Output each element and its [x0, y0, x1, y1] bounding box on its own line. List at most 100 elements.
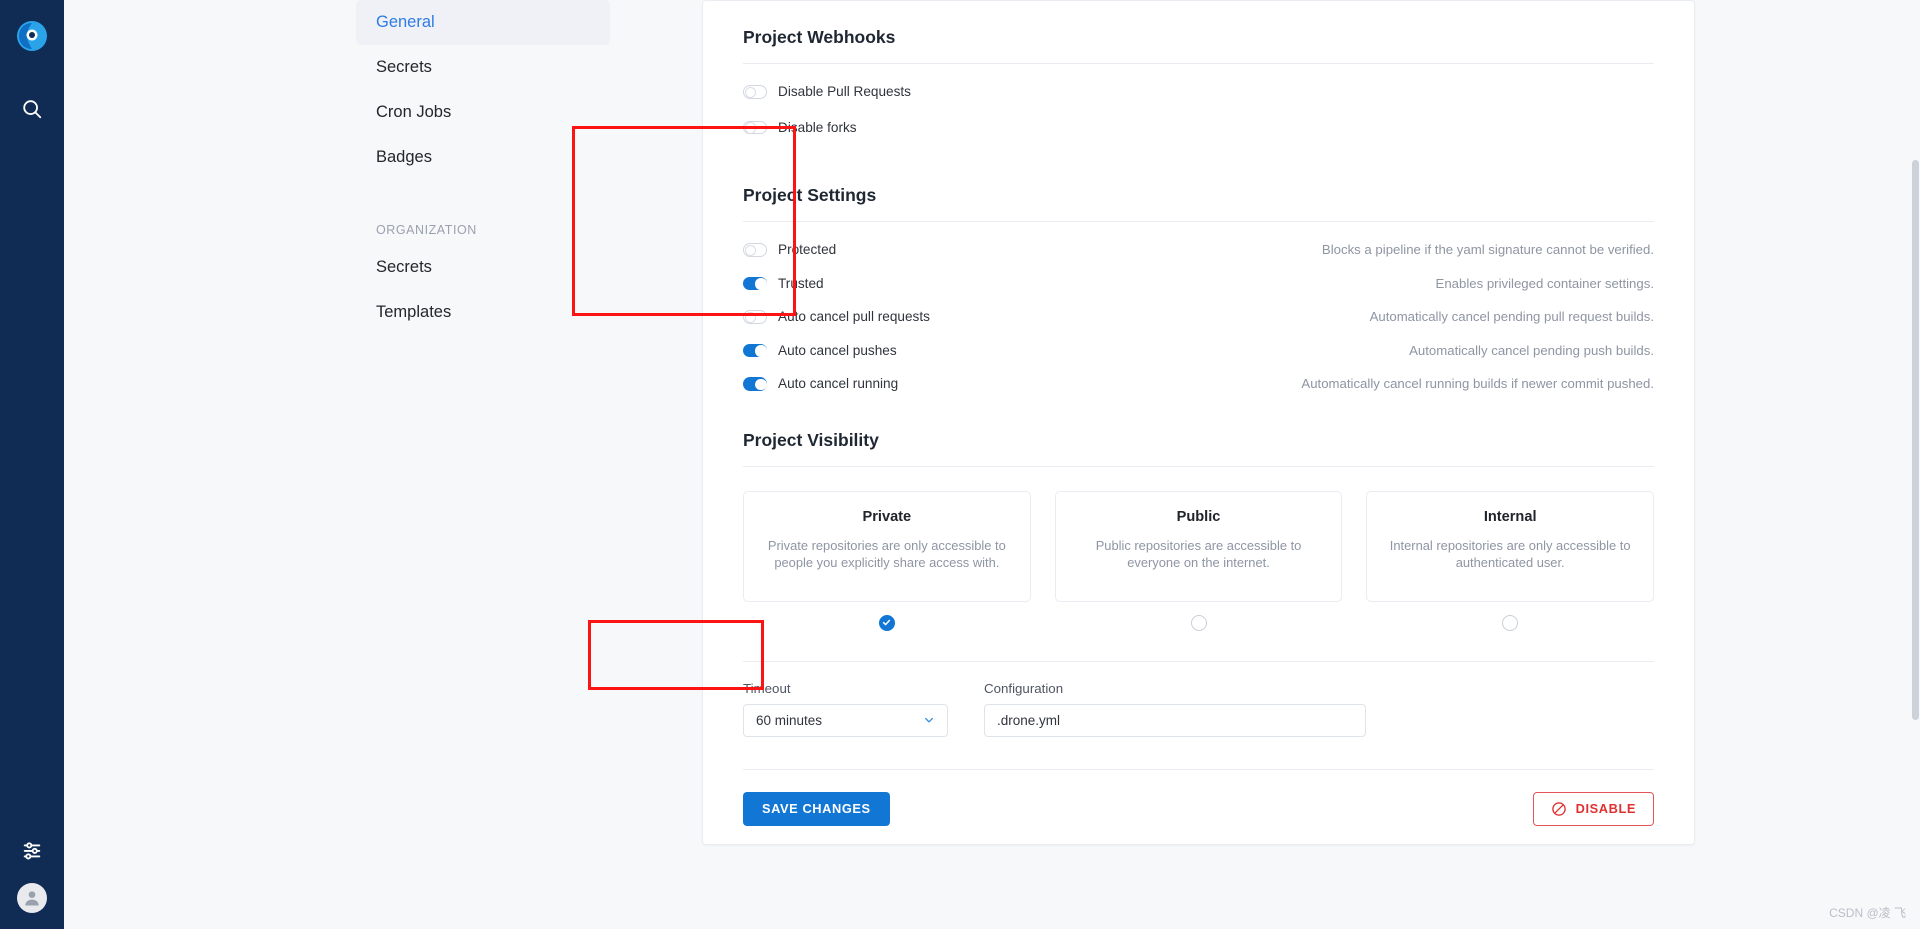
project-visibility-title: Project Visibility [743, 429, 879, 450]
visibility-radio-group [743, 614, 1654, 631]
toggle-auto-cancel-running[interactable] [743, 377, 767, 391]
timeout-value: 60 minutes [756, 712, 823, 728]
divider [743, 768, 1654, 770]
field-label-timeout: Timeout [743, 680, 791, 696]
visibility-card-description: Public repositories are accessible to ev… [1095, 537, 1302, 571]
divider [743, 63, 1654, 64]
toggle-description: Automatically cancel pending pull reques… [1369, 309, 1654, 325]
save-changes-button[interactable]: SAVE CHANGES [743, 791, 890, 826]
visibility-card-title: Internal [1483, 508, 1537, 525]
toggle-description: Automatically cancel running builds if n… [1301, 376, 1654, 392]
project-webhooks-section: Project Webhooks Disable Pull Requests D… [743, 1, 1654, 159]
sidebar-item-org-secrets[interactable]: Secrets [356, 245, 610, 290]
radio-public[interactable] [1190, 614, 1207, 631]
visibility-card-title: Private [862, 508, 912, 525]
toggle-knob [755, 345, 767, 357]
field-configuration: Configuration .drone.yml [984, 681, 1366, 737]
visibility-card-title: Public [1176, 508, 1221, 525]
toggle-left: Disable forks [743, 120, 857, 135]
sidebar-item-general[interactable]: General [356, 0, 610, 45]
timeout-select[interactable]: 60 minutes [743, 703, 948, 737]
toggle-knob [744, 244, 756, 256]
radio-cell [1055, 614, 1343, 631]
user-avatar-icon[interactable] [17, 883, 47, 913]
disable-button-label: DISABLE [1575, 801, 1636, 816]
toggle-knob [744, 311, 756, 323]
sidebar-item-secrets[interactable]: Secrets [356, 45, 610, 90]
toggle-label: Disable forks [778, 119, 857, 135]
divider [743, 465, 1654, 467]
sidebar-group-label-organization: ORGANIZATION [376, 223, 477, 237]
toggle-trusted[interactable] [743, 276, 767, 290]
visibility-card-internal[interactable]: Internal Internal repositories are only … [1366, 490, 1655, 602]
drone-logo-icon[interactable] [12, 16, 52, 56]
toggle-row-disable-forks: Disable forks [743, 114, 1654, 142]
toggle-disable-pull-requests[interactable] [743, 85, 767, 99]
toggle-label: Auto cancel pull requests [778, 309, 930, 325]
toggle-row-disable-pull-requests: Disable Pull Requests [743, 78, 1654, 106]
toggle-row-protected: Protected Blocks a pipeline if the yaml … [743, 236, 1654, 264]
toggle-knob [744, 122, 756, 134]
visibility-card-description: Internal repositories are only accessibl… [1389, 537, 1631, 571]
chevron-down-icon [923, 714, 935, 726]
toggle-auto-cancel-pushes[interactable] [743, 343, 767, 357]
divider [743, 221, 1654, 222]
sidebar-item-label: Templates [376, 303, 452, 321]
disable-button[interactable]: DISABLE [1532, 791, 1654, 826]
visibility-card-description: Private repositories are only accessible… [767, 537, 1006, 571]
sidebar-item-org-templates[interactable]: Templates [356, 290, 610, 335]
settings-nav: General Secrets Cron Jobs Badges ORGANIZ… [356, 0, 610, 335]
project-visibility-section: Project Visibility Private Private repos… [743, 408, 1655, 631]
sidebar-item-cron-jobs[interactable]: Cron Jobs [356, 90, 610, 135]
page-body: General Secrets Cron Jobs Badges ORGANIZ… [64, 0, 1920, 929]
toggle-auto-cancel-pull-requests[interactable] [743, 310, 767, 324]
radio-cell [1366, 614, 1654, 631]
field-timeout: Timeout 60 minutes [743, 681, 948, 737]
scrollbar-thumb[interactable] [1911, 160, 1919, 720]
toggle-left: Trusted [743, 276, 824, 291]
toggle-row-auto-cancel-pull-requests: Auto cancel pull requests Automatically … [743, 303, 1654, 331]
page-scrollbar[interactable] [1910, 0, 1920, 929]
toggle-label: Trusted [778, 275, 824, 291]
toggle-left: Disable Pull Requests [743, 84, 911, 99]
toggle-description: Enables privileged container settings. [1435, 275, 1654, 291]
sidebar-item-badges[interactable]: Badges [356, 135, 610, 180]
sidebar-item-label: Badges [376, 148, 432, 166]
actions-row: SAVE CHANGES DISABLE [743, 791, 1654, 826]
field-label-configuration: Configuration [984, 680, 1064, 696]
toggle-left: Auto cancel pull requests [743, 309, 930, 324]
sliders-icon[interactable] [17, 835, 47, 865]
toggle-row-auto-cancel-running: Auto cancel running Automatically cancel… [743, 370, 1654, 398]
settings-card: Project Webhooks Disable Pull Requests D… [702, 0, 1695, 845]
toggle-left: Protected [743, 242, 836, 257]
visibility-cards: Private Private repositories are only ac… [743, 490, 1655, 602]
radio-private[interactable] [878, 614, 895, 631]
fields-row: Timeout 60 minutes Configuration .drone.… [743, 681, 1654, 737]
rail-bottom-group [0, 835, 64, 913]
toggle-label: Auto cancel pushes [778, 342, 897, 358]
configuration-input[interactable]: .drone.yml [984, 703, 1366, 737]
toggle-row-auto-cancel-pushes: Auto cancel pushes Automatically cancel … [743, 337, 1654, 365]
left-rail [0, 0, 64, 929]
sidebar-item-label: Cron Jobs [376, 103, 452, 121]
radio-internal[interactable] [1502, 614, 1519, 631]
project-settings-title: Project Settings [743, 185, 877, 205]
project-settings-section: Project Settings Protected Blocks a pipe… [743, 159, 1654, 408]
toggle-description: Automatically cancel pending push builds… [1409, 342, 1654, 358]
toggle-left: Auto cancel pushes [743, 343, 897, 358]
toggle-description: Blocks a pipeline if the yaml signature … [1321, 242, 1654, 258]
sidebar-item-label: Secrets [376, 58, 432, 76]
radio-cell [743, 614, 1031, 631]
visibility-card-public[interactable]: Public Public repositories are accessibl… [1054, 490, 1343, 602]
configuration-value: .drone.yml [997, 712, 1061, 728]
visibility-card-private[interactable]: Private Private repositories are only ac… [743, 490, 1031, 602]
sidebar-item-label: Secrets [376, 258, 432, 276]
toggle-row-trusted: Trusted Enables privileged container set… [743, 270, 1654, 298]
toggle-knob [755, 278, 767, 290]
search-icon[interactable] [15, 92, 49, 126]
toggle-disable-forks[interactable] [743, 120, 767, 134]
toggle-label: Protected [778, 242, 837, 258]
toggle-protected[interactable] [743, 243, 767, 257]
no-entry-icon [1551, 801, 1567, 817]
divider [743, 660, 1654, 662]
